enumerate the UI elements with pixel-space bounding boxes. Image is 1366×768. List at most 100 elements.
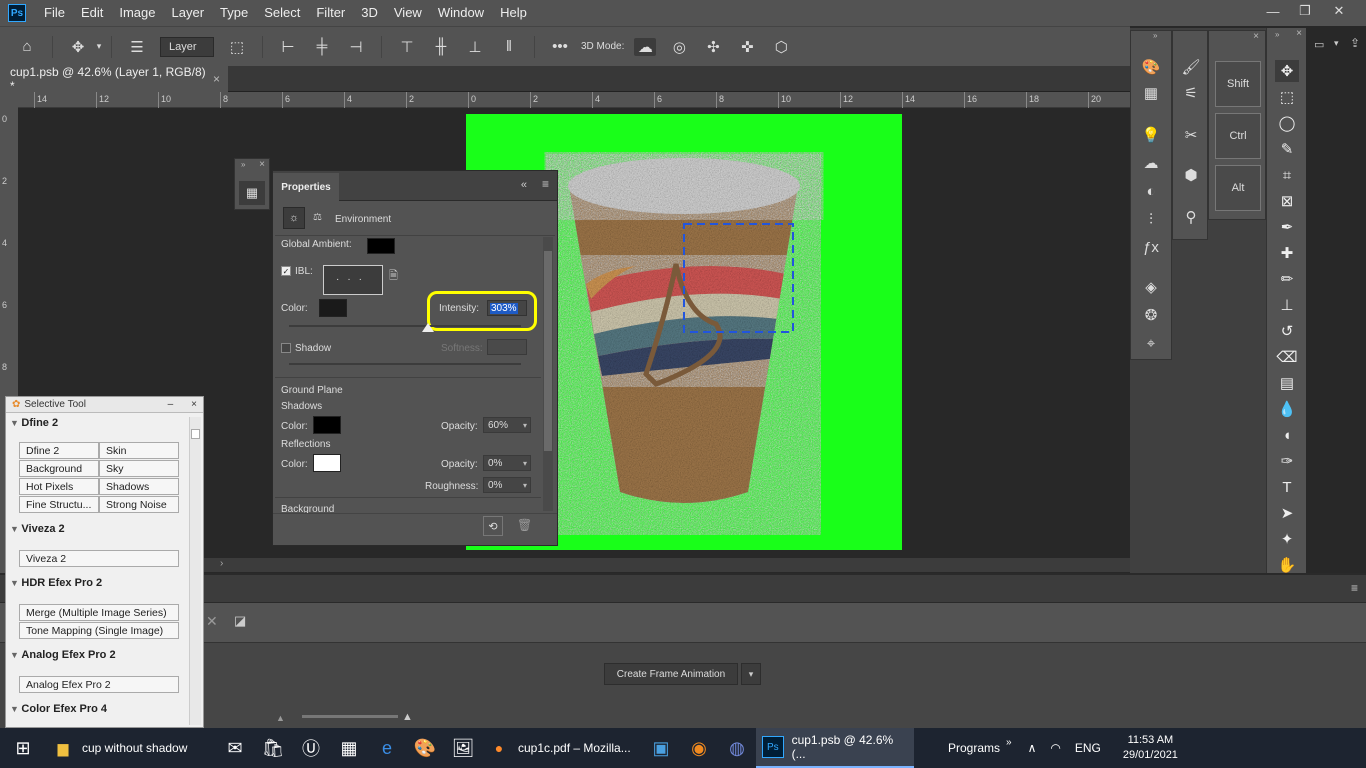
3d-search-icon[interactable]: ⚲ <box>1177 205 1205 229</box>
language-indicator[interactable]: ENG <box>1075 741 1101 755</box>
alt-key-button[interactable]: Alt <box>1215 165 1261 211</box>
scroll-thumb[interactable] <box>191 429 200 439</box>
layer-dropdown[interactable]: Layer <box>160 36 214 57</box>
more-options-icon[interactable]: ••• <box>549 38 571 55</box>
align-bottom-icon[interactable]: ⊥ <box>464 38 486 56</box>
workspace-icon[interactable]: ▭ <box>1314 38 1324 51</box>
minimize-icon[interactable]: – <box>168 399 174 410</box>
windows-start-icon[interactable]: ⊞ <box>0 728 46 768</box>
expand-icon[interactable]: » <box>241 160 245 169</box>
eraser-icon[interactable]: ⌫ <box>1275 346 1299 368</box>
close-icon[interactable]: × <box>259 159 265 170</box>
sky-button[interactable]: Sky <box>99 460 179 477</box>
control-panel-icon[interactable]: ▣ <box>642 728 680 768</box>
shift-key-button[interactable]: Shift <box>1215 61 1261 107</box>
reflections-color-swatch[interactable] <box>313 454 341 472</box>
expand-icon[interactable]: » <box>1153 31 1157 40</box>
zoom-out-icon[interactable]: ▲ <box>276 713 285 723</box>
chevron-right-icon[interactable]: » <box>1006 737 1012 748</box>
3d-cube-icon[interactable]: ⬢ <box>1177 163 1205 187</box>
pan-3d-icon[interactable]: ✣ <box>702 38 724 56</box>
close-icon[interactable]: × <box>1253 31 1259 42</box>
store-icon[interactable]: 🛍 <box>254 728 292 768</box>
group-hdr-efex[interactable]: ▼ HDR Efex Pro 2 <box>10 577 102 589</box>
wifi-icon[interactable]: ◠ <box>1050 741 1060 755</box>
shape-tool-icon[interactable]: ✦ <box>1275 528 1299 550</box>
intensity-slider-track[interactable] <box>289 325 521 327</box>
shadows-button[interactable]: Shadows <box>99 478 179 495</box>
ctrl-key-button[interactable]: Ctrl <box>1215 113 1261 159</box>
background-button[interactable]: Background <box>19 460 99 477</box>
align-middle-icon[interactable]: ╫ <box>430 38 452 55</box>
reflections-opacity-field[interactable]: 0% ▾ <box>483 455 531 471</box>
edge-icon[interactable]: e <box>368 728 406 768</box>
healing-brush-icon[interactable]: ✚ <box>1275 242 1299 264</box>
transform-controls-icon[interactable]: ⬚ <box>226 38 248 56</box>
type-tool-icon[interactable]: T <box>1275 476 1299 498</box>
group-dfine[interactable]: ▼ Dfine 2 <box>10 417 58 429</box>
properties-scroll-thumb[interactable] <box>544 251 552 451</box>
quick-selection-icon[interactable]: ✎ <box>1275 138 1299 160</box>
collapse-icon[interactable]: « <box>521 179 527 191</box>
trash-icon[interactable]: 🗑 <box>517 518 532 532</box>
styles-fx-icon[interactable]: ƒx <box>1137 235 1165 259</box>
reset-icon[interactable]: ⟲ <box>483 516 503 536</box>
blur-tool-icon[interactable]: 💧 <box>1275 398 1299 420</box>
taskbar-app-firefox[interactable]: ● cup1c.pdf – Mozilla... <box>482 728 642 768</box>
channels-icon[interactable]: ⫶ <box>1137 207 1165 231</box>
photos-icon[interactable]: 🖼 <box>444 728 482 768</box>
group-color-efex[interactable]: ▼ Color Efex Pro 4 <box>10 703 107 715</box>
channels-rgb-icon[interactable]: ❂ <box>1137 303 1165 327</box>
document-tab[interactable]: cup1.psb @ 42.6% (Layer 1, RGB/8) * × <box>0 65 228 93</box>
menu-3d[interactable]: 3D <box>353 0 386 26</box>
hot-pixels-button[interactable]: Hot Pixels <box>19 478 99 495</box>
menu-select[interactable]: Select <box>256 0 308 26</box>
close-tab-icon[interactable]: × <box>213 72 220 86</box>
move-tool-icon[interactable]: ✥ <box>67 38 89 56</box>
marquee-tool-icon[interactable]: ⬚ <box>1275 86 1299 108</box>
properties-scrollbar[interactable] <box>543 237 553 511</box>
3d-properties-icon[interactable]: ▦ <box>239 181 265 205</box>
tone-mapping-button[interactable]: Tone Mapping (Single Image) <box>19 622 179 639</box>
move-tool-icon[interactable]: ✥ <box>1275 60 1299 82</box>
clock[interactable]: 11:53 AM 29/01/2021 <box>1123 733 1178 763</box>
ibl-preview[interactable]: ··· <box>323 265 383 295</box>
menu-layer[interactable]: Layer <box>164 0 213 26</box>
environment-icon[interactable]: ☼ <box>283 207 305 229</box>
programs-toolbar[interactable]: Programs <box>948 741 1000 755</box>
panel-menu-icon[interactable]: ≡ <box>542 177 549 191</box>
scale-3d-icon[interactable]: ⬡ <box>770 38 792 56</box>
chevron-down-icon[interactable]: ▾ <box>523 421 527 430</box>
menu-window[interactable]: Window <box>430 0 492 26</box>
skin-button[interactable]: Skin <box>99 442 179 459</box>
global-ambient-swatch[interactable] <box>367 238 395 254</box>
chevron-down-icon[interactable]: ▾ <box>95 41 103 52</box>
expand-icon[interactable]: » <box>1275 30 1279 39</box>
intensity-slider-thumb[interactable] <box>422 323 435 332</box>
align-center-icon[interactable]: ╪ <box>311 38 333 55</box>
create-frame-animation-button[interactable]: Create Frame Animation <box>604 663 738 685</box>
align-left-icon[interactable]: ⊢ <box>277 38 299 56</box>
taskbar-app-explorer[interactable]: ▆ cup without shadow <box>46 728 216 768</box>
menu-file[interactable]: File <box>36 0 73 26</box>
viveza-2-button[interactable]: Viveza 2 <box>19 550 179 567</box>
clone-source-icon[interactable]: ✂ <box>1177 123 1205 147</box>
mail-icon[interactable]: ✉ <box>216 728 254 768</box>
transition-icon[interactable]: ◪ <box>234 613 246 629</box>
shadows-color-swatch[interactable] <box>313 416 341 434</box>
ibl-checkbox[interactable]: ✓ <box>281 266 291 276</box>
dfine-2-button[interactable]: Dfine 2 <box>19 442 99 459</box>
calendar-icon[interactable]: ▦ <box>330 728 368 768</box>
swatches-grid-icon[interactable]: ▦ <box>1137 81 1165 105</box>
restore-icon[interactable]: ❐ <box>1288 0 1322 22</box>
menu-image[interactable]: Image <box>111 0 163 26</box>
crop-tool-icon[interactable]: ⌗ <box>1275 164 1299 186</box>
align-right-icon[interactable]: ⊣ <box>345 38 367 56</box>
strong-noise-button[interactable]: Strong Noise <box>99 496 179 513</box>
lasso-tool-icon[interactable]: ◯ <box>1275 112 1299 134</box>
brush-tool-icon[interactable]: ✏ <box>1275 268 1299 290</box>
softness-slider-track[interactable] <box>289 363 521 365</box>
history-brush-icon[interactable]: ↺ <box>1275 320 1299 342</box>
menu-type[interactable]: Type <box>212 0 256 26</box>
taskbar-app-photoshop[interactable]: Ps cup1.psb @ 42.6% (... <box>756 728 914 768</box>
